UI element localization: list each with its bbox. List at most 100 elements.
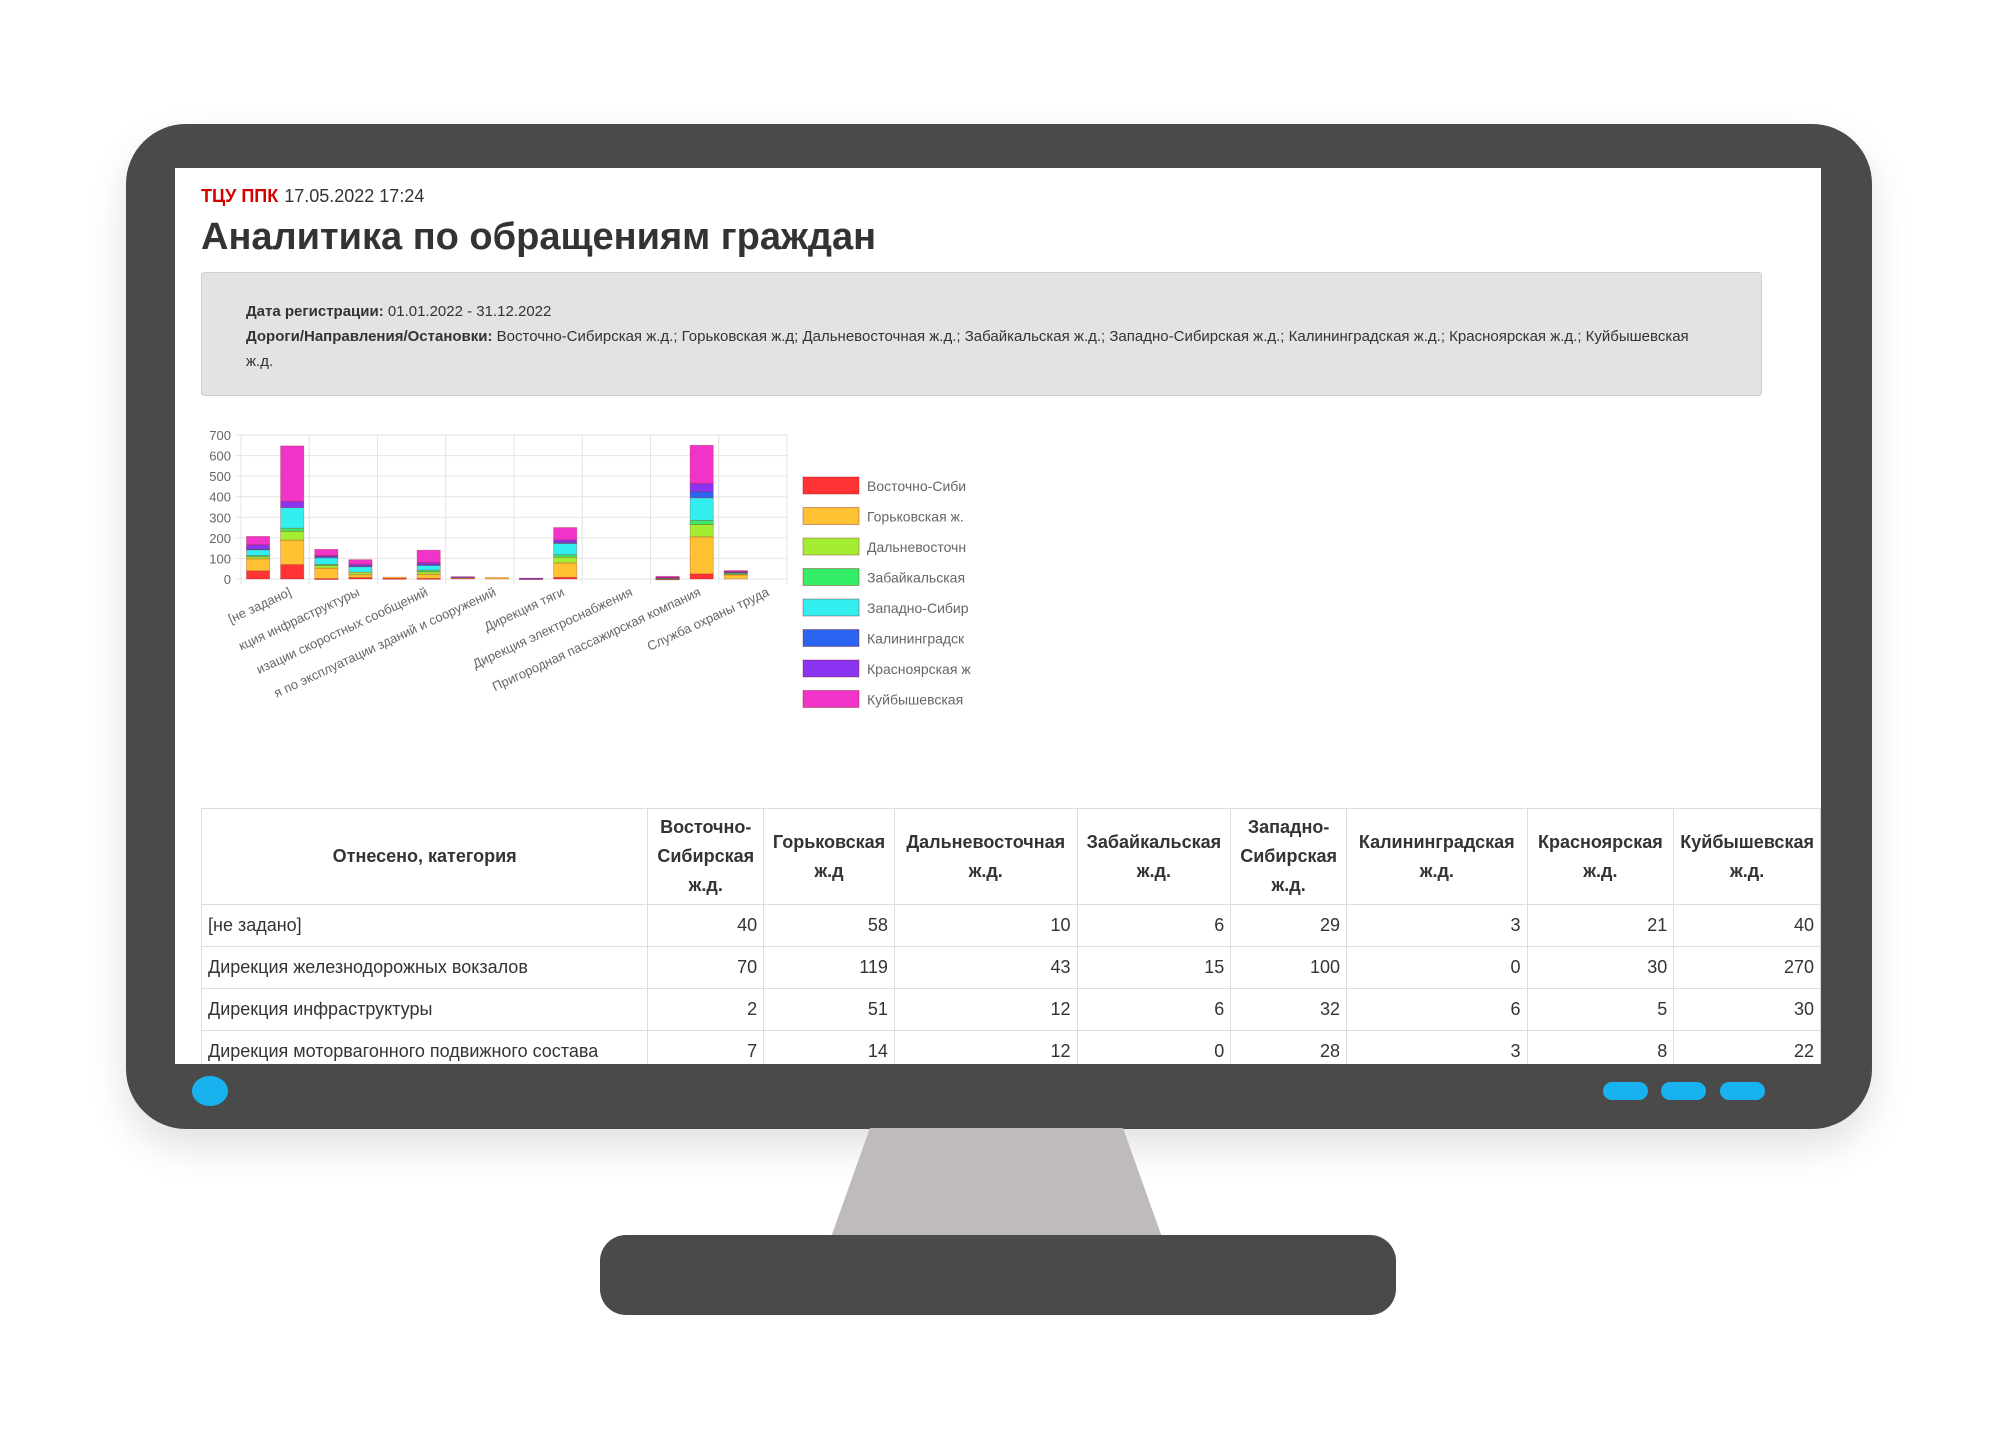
y-tick-label: 500 [209, 469, 231, 484]
y-tick-label: 300 [209, 510, 231, 525]
filter-summary-panel: Дата регистрации: 01.01.2022 - 31.12.202… [201, 272, 1762, 396]
value-cell: 58 [763, 904, 895, 947]
column-header-road[interactable]: Забайкальская ж.д. [1076, 808, 1232, 905]
value-cell: 40 [1673, 904, 1821, 947]
bar-segment [314, 557, 339, 565]
y-tick-label: 200 [209, 531, 231, 546]
value-cell: 70 [647, 946, 765, 989]
bar-segment [280, 501, 305, 509]
column-header-road[interactable]: Восточно-Сибирская ж.д. [647, 808, 765, 905]
status-indicator-2 [1661, 1082, 1706, 1100]
table-row: [не задано] 40 58 10 6 29 3 21 40 [200, 904, 1821, 947]
value-cell: 6 [1346, 988, 1528, 1031]
y-tick-label: 700 [209, 428, 231, 443]
legend-swatch [802, 598, 860, 617]
bar-segment [655, 575, 680, 578]
value-cell: 29 [1230, 904, 1348, 947]
category-cell: Дирекция моторвагонного подвижного соста… [200, 1030, 649, 1064]
value-cell: 21 [1526, 904, 1675, 947]
y-tick-label: 0 [224, 572, 231, 587]
status-indicator-1 [1603, 1082, 1648, 1100]
column-header-road[interactable]: Западно-Сибирская ж.д. [1230, 808, 1348, 905]
table-body: [не задано] 40 58 10 6 29 3 21 40 Дирекция железн… [200, 904, 1821, 1064]
value-cell: 14 [763, 1030, 895, 1064]
bar-segment [416, 549, 441, 563]
report-datetime: 17.05.2022 17:24 [284, 186, 425, 206]
value-cell: 12 [893, 988, 1078, 1031]
bar-segment [348, 574, 373, 578]
report-meta: ТЦУ ППК 17.05.2022 17:24 [201, 186, 424, 207]
date-filter-value: 01.01.2022 - 31.12.2022 [387, 303, 552, 320]
value-cell: 10 [893, 904, 1078, 947]
bar-segment [246, 536, 271, 546]
value-cell: 15 [1076, 946, 1232, 989]
column-header-road[interactable]: Куйбышевская ж.д. [1673, 808, 1821, 905]
column-header-category[interactable]: Отнесено, категория [200, 808, 649, 905]
legend-label: Куйбышевская [867, 692, 963, 708]
stacked-bar-chart: 0100200300400500600700[не задано]кция ин… [209, 428, 971, 708]
column-header-road[interactable]: Красноярская ж.д. [1526, 808, 1675, 905]
column-header-road[interactable]: Калининградская ж.д. [1346, 808, 1528, 905]
legend-swatch [802, 507, 860, 525]
value-cell: 30 [1673, 988, 1821, 1031]
value-cell: 119 [763, 946, 895, 989]
bar-segment [280, 530, 305, 541]
bar-segment [689, 524, 714, 538]
table-header-row: Отнесено, категория Восточно-Сибирская ж.… [200, 808, 1821, 905]
x-tick-label: Служба охраны труда [645, 584, 772, 654]
legend-swatch [802, 537, 860, 556]
legend-label: Горьковская ж. [867, 509, 964, 525]
bar-segment [348, 559, 373, 565]
page-title: Аналитика по обращениям граждан [201, 216, 877, 258]
value-cell: 3 [1346, 1030, 1528, 1064]
legend-swatch [802, 690, 860, 708]
data-table-container: Отнесено, категория Восточно-Сибирская ж.… [200, 808, 1821, 1064]
monitor-stand-neck [830, 1128, 1163, 1240]
bar-segment [348, 566, 373, 573]
bar-segment [553, 562, 578, 578]
value-cell: 100 [1230, 946, 1348, 989]
legend-label: Красноярская ж [867, 661, 971, 677]
bar-segment [723, 570, 748, 572]
column-header-road[interactable]: Горьковская ж.д [763, 808, 895, 905]
value-cell: 270 [1673, 946, 1821, 989]
screen: ТЦУ ППК 17.05.2022 17:24 Аналитика по обр… [175, 168, 1821, 1064]
org-name: ТЦУ ППК [201, 186, 279, 206]
column-header-road[interactable]: Дальневосточная ж.д. [893, 808, 1078, 905]
bar-segment [689, 482, 714, 492]
value-cell: 5 [1526, 988, 1675, 1031]
bar-segment [280, 445, 305, 502]
bar-segment [689, 519, 714, 525]
table-row: Дирекция моторвагонного подвижного соста… [200, 1030, 1821, 1064]
category-cell: [не задано] [200, 904, 649, 947]
value-cell: 6 [1076, 988, 1232, 1031]
bar-segment [519, 577, 544, 580]
bar-segment [484, 577, 509, 580]
bar-segment [246, 544, 271, 550]
value-cell: 0 [1346, 946, 1528, 989]
value-cell: 7 [647, 1030, 765, 1064]
value-cell: 30 [1526, 946, 1675, 989]
roads-filter: Дороги/Направления/Остановки: Восточно-С… [246, 324, 1717, 374]
roads-filter-label: Дороги/Направления/Остановки: [246, 328, 493, 345]
value-cell: 3 [1346, 904, 1528, 947]
value-cell: 8 [1526, 1030, 1675, 1064]
bar-segment [689, 536, 714, 575]
value-cell: 32 [1230, 988, 1348, 1031]
status-indicator-3 [1720, 1082, 1765, 1100]
bar-segment [553, 543, 578, 556]
bar-segment [280, 564, 305, 580]
bar-segment [246, 549, 271, 556]
bar-segment [382, 576, 407, 579]
value-cell: 0 [1076, 1030, 1232, 1064]
value-cell: 12 [893, 1030, 1078, 1064]
y-tick-label: 100 [209, 551, 231, 566]
value-cell: 40 [647, 904, 765, 947]
bar-segment [553, 527, 578, 541]
legend-label: Восточно-Сиби [867, 478, 966, 494]
category-cell: Дирекция инфраструктуры [200, 988, 649, 1031]
bar-segment [553, 556, 578, 564]
bar-segment [723, 574, 748, 580]
bar-segment [314, 548, 339, 556]
value-cell: 22 [1673, 1030, 1821, 1064]
